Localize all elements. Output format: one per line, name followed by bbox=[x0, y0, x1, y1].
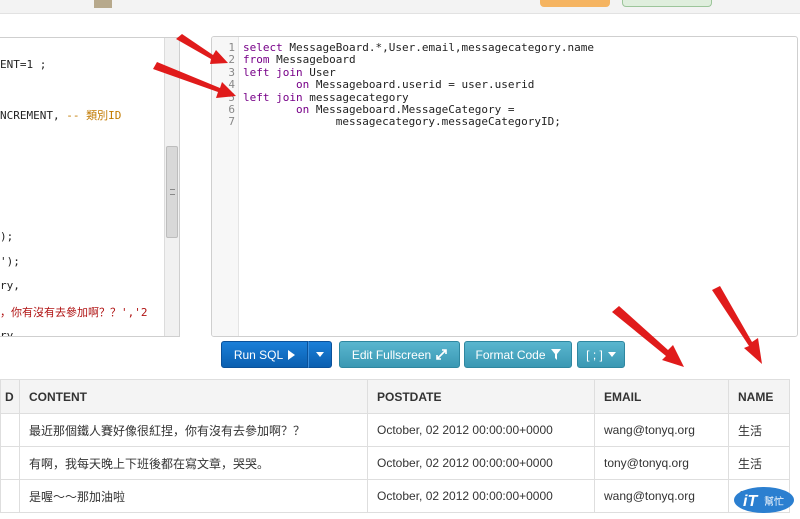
code-token: User bbox=[302, 65, 336, 79]
scrollbar-thumb[interactable] bbox=[166, 146, 178, 238]
statement-terminator-dropdown[interactable]: [ ; ] bbox=[577, 341, 625, 368]
line-number: 1 bbox=[228, 41, 235, 54]
column-header-content[interactable]: CONTENT bbox=[19, 379, 368, 414]
logo-text-sub: 幫忙 bbox=[764, 495, 784, 508]
query-code-line: from Messageboard bbox=[243, 53, 356, 66]
code-token: on bbox=[295, 103, 310, 116]
top-orange-button[interactable] bbox=[540, 0, 610, 7]
code-token: MessageBoard.*,User.email,messagecategor… bbox=[282, 41, 595, 54]
expand-icon bbox=[436, 349, 447, 360]
schema-code-line: ry, bbox=[0, 279, 20, 292]
cell-postdate: October, 02 2012 00:00:00+0000 bbox=[367, 446, 595, 480]
line-number-gutter: 1234567 bbox=[212, 37, 239, 336]
code-token: left bbox=[243, 90, 270, 104]
run-options-dropdown[interactable] bbox=[308, 341, 332, 368]
query-code-line: on Messageboard.userid = user.userid bbox=[243, 78, 534, 91]
line-number: 6 bbox=[228, 103, 235, 116]
cell-name: 生活 bbox=[728, 413, 790, 447]
line-number: 5 bbox=[228, 90, 235, 104]
rate-site-button[interactable] bbox=[622, 0, 712, 7]
format-code-label: Format Code bbox=[475, 347, 546, 362]
schema-vertical-scrollbar[interactable] bbox=[164, 38, 179, 336]
schema-code-line: ，你有沒有去參加啊？？','2 bbox=[0, 304, 148, 320]
line-number: 2 bbox=[228, 53, 235, 67]
schema-code-line: NCREMENT, -- 類別ID bbox=[0, 107, 121, 123]
results-header-row: D CONTENT POSTDATE EMAIL NAME bbox=[0, 379, 790, 414]
code-token: -- 類別ID bbox=[66, 109, 122, 123]
column-header-id[interactable]: D bbox=[0, 379, 20, 414]
logo-text-main: iT bbox=[743, 493, 758, 510]
schema-editor[interactable]: ENT=1 ; NCREMENT, -- 類別ID); '); ry, ，你有沒有去參加… bbox=[0, 37, 180, 337]
query-code-line: on Messageboard.MessageCategory = bbox=[243, 103, 515, 116]
code-token: ENT=1 ; bbox=[0, 58, 47, 71]
cell-name: 生活 bbox=[728, 446, 790, 480]
table-row: 是喔～～那加油啦 October, 02 2012 00:00:00+0000 … bbox=[0, 479, 790, 513]
query-code-line: select MessageBoard.*,User.email,message… bbox=[243, 41, 594, 54]
top-strip bbox=[0, 0, 800, 14]
code-token: Messageboard.MessageCategory = bbox=[309, 103, 515, 116]
code-token: messagecategory.messageCategoryID; bbox=[243, 115, 561, 129]
schema-code-line: ENT=1 ; bbox=[0, 58, 46, 71]
query-code-line: left join User bbox=[243, 66, 336, 79]
code-token: join bbox=[276, 65, 303, 79]
cell-email: wang@tonyq.org bbox=[594, 413, 729, 447]
filter-icon bbox=[550, 349, 561, 360]
code-token: Messageboard.userid = user.userid bbox=[309, 78, 535, 92]
cell-email: wang@tonyq.org bbox=[594, 479, 729, 513]
site-logo: iT 幫忙 bbox=[734, 487, 794, 513]
code-token: on bbox=[295, 78, 310, 92]
cell-id bbox=[0, 479, 20, 513]
edit-fullscreen-button[interactable]: Edit Fullscreen bbox=[339, 341, 460, 368]
cell-content: 是喔～～那加油啦 bbox=[19, 479, 368, 513]
grip-icon bbox=[170, 189, 175, 195]
results-table: D CONTENT POSTDATE EMAIL NAME 最近那個鐵人賽好像很… bbox=[0, 379, 790, 513]
cell-id bbox=[0, 413, 20, 447]
cell-id bbox=[0, 446, 20, 480]
format-code-button[interactable]: Format Code bbox=[464, 341, 572, 368]
run-sql-label: Run SQL bbox=[233, 347, 284, 362]
line-number: 7 bbox=[228, 115, 235, 129]
code-token: select bbox=[243, 41, 283, 54]
code-token: join bbox=[276, 90, 303, 104]
avatar bbox=[94, 0, 112, 8]
query-editor[interactable]: 1234567 select MessageBoard.*,User.email… bbox=[211, 36, 798, 337]
column-header-postdate[interactable]: POSTDATE bbox=[367, 379, 595, 414]
column-header-name[interactable]: NAME bbox=[728, 379, 790, 414]
code-token: ry, bbox=[0, 328, 20, 337]
cell-postdate: October, 02 2012 00:00:00+0000 bbox=[367, 413, 595, 447]
code-token: NCREMENT, bbox=[0, 109, 67, 123]
code-token: ); bbox=[0, 230, 14, 244]
cell-email: tony@tonyq.org bbox=[594, 446, 729, 480]
code-token: messagecategory bbox=[302, 90, 409, 104]
edit-fullscreen-label: Edit Fullscreen bbox=[351, 347, 432, 362]
table-row: 有啊，我每天晚上下班後都在寫文章，哭哭。 October, 02 2012 00… bbox=[0, 446, 790, 480]
cell-content: 最近那個鐵人賽好像很紅捏，你有沒有去參加啊？？ bbox=[19, 413, 368, 447]
line-number: 3 bbox=[228, 65, 235, 79]
play-icon bbox=[288, 349, 296, 360]
chevron-down-icon bbox=[607, 352, 616, 357]
code-token: ry, bbox=[0, 279, 20, 293]
schema-code-line: ry, bbox=[0, 328, 20, 337]
code-token: left bbox=[243, 65, 270, 79]
table-row: 最近那個鐵人賽好像很紅捏，你有沒有去參加啊？？ October, 02 2012… bbox=[0, 413, 790, 447]
column-header-email[interactable]: EMAIL bbox=[594, 379, 729, 414]
query-code-line: messagecategory.messageCategoryID; bbox=[243, 115, 561, 128]
cell-postdate: October, 02 2012 00:00:00+0000 bbox=[367, 479, 595, 513]
code-token: Messageboard bbox=[269, 53, 356, 67]
cell-content: 有啊，我每天晚上下班後都在寫文章，哭哭。 bbox=[19, 446, 368, 480]
code-token: ，你有沒有去參加啊？？','2 bbox=[0, 306, 148, 319]
schema-code-line: ); bbox=[0, 230, 13, 243]
line-number: 4 bbox=[228, 78, 235, 92]
terminator-label: [ ; ] bbox=[586, 347, 603, 362]
code-token: from bbox=[243, 53, 270, 67]
query-code-line: left join messagecategory bbox=[243, 91, 409, 104]
code-token: '); bbox=[0, 254, 20, 268]
chevron-down-icon bbox=[316, 352, 324, 357]
schema-code-line: '); bbox=[0, 255, 20, 268]
run-sql-button[interactable]: Run SQL bbox=[221, 341, 308, 368]
